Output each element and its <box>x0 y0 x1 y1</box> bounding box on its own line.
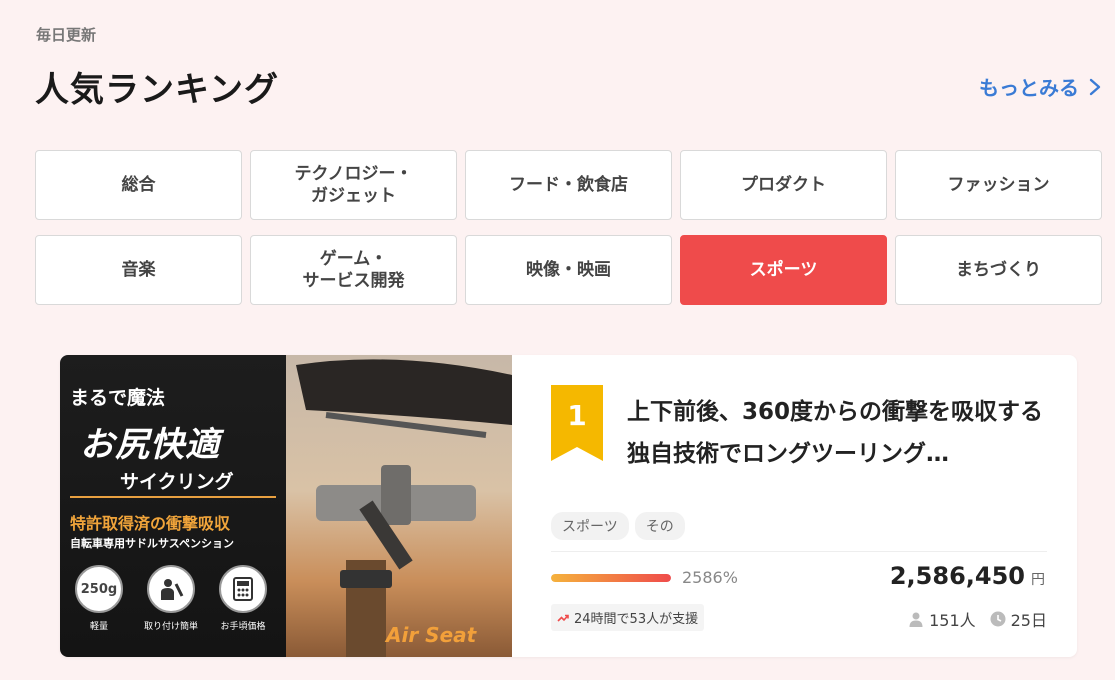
tag-chip[interactable]: スポーツ <box>551 512 629 540</box>
chevron-right-icon <box>1089 78 1101 95</box>
feature-label: 取り付け簡単 <box>143 622 198 632</box>
promo-product-description: 自転車専用サドルサスペンション <box>70 537 235 550</box>
promo-divider <box>70 496 276 498</box>
funding-percent: 2586% <box>682 568 738 587</box>
project-stats: 151人 25日 <box>908 607 1047 631</box>
section-title: 人気ランキング <box>35 70 279 110</box>
promo-headline: まるで魔法 <box>70 387 166 409</box>
category-tab-food-restaurant[interactable]: フード・飲食店 <box>465 150 672 220</box>
supporters-count: 151人 <box>929 611 976 630</box>
promo-subcopy: サイクリング <box>120 471 234 493</box>
promo-patent-text: 特許取得済の衝撃吸収 <box>70 514 231 533</box>
person-icon <box>909 612 923 627</box>
project-thumbnail[interactable]: まるで魔法 お尻快適 サイクリング 特許取得済の衝撃吸収 自転車専用サドルサスペ… <box>60 355 512 657</box>
project-card[interactable]: まるで魔法 お尻快適 サイクリング 特許取得済の衝撃吸収 自転車専用サドルサスペ… <box>60 355 1077 657</box>
category-tab-video-film[interactable]: 映像・映画 <box>465 235 672 305</box>
funding-amount: 2,586,450 円 <box>890 562 1045 590</box>
category-tab-overall[interactable]: 総合 <box>35 150 242 220</box>
feature-label: 軽量 <box>89 622 108 632</box>
promo-main-copy: お尻快適 <box>80 425 220 465</box>
rank-number: 1 <box>567 399 587 432</box>
ranking-section: 毎日更新 人気ランキング もっとみる 総合 テクノロジー・ ガジェット フード・… <box>0 0 1115 680</box>
funding-progress-fill <box>551 574 671 582</box>
category-tab-game-service[interactable]: ゲーム・ サービス開発 <box>250 235 457 305</box>
project-tags: スポーツ その <box>551 512 685 540</box>
category-tab-sports[interactable]: スポーツ <box>680 235 887 305</box>
thumbnail-product-photo <box>286 355 512 657</box>
category-tab-technology-gadget[interactable]: テクノロジー・ ガジェット <box>250 150 457 220</box>
calculator-icon <box>219 565 267 613</box>
category-tab-product[interactable]: プロダクト <box>680 150 887 220</box>
brand-logo: Air Seat <box>386 623 477 647</box>
category-tab-town-development[interactable]: まちづくり <box>895 235 1102 305</box>
wrench-person-icon <box>147 565 195 613</box>
category-tabs: 総合 テクノロジー・ ガジェット フード・飲食店 プロダクト ファッション 音楽… <box>35 150 1102 305</box>
card-divider <box>551 551 1047 552</box>
feature-affordable: お手頃価格 <box>212 565 274 632</box>
category-tab-fashion[interactable]: ファッション <box>895 150 1102 220</box>
supporters-stat: 151人 <box>908 607 976 631</box>
update-frequency-label: 毎日更新 <box>36 26 97 44</box>
funding-progress-bar <box>551 574 671 582</box>
feather-icon: 250g <box>75 565 123 613</box>
project-title[interactable]: 上下前後、360度からの衝撃を吸収する独自技術でロングツーリング… <box>627 391 1047 475</box>
trending-up-icon <box>557 614 569 622</box>
saddle-suspension-illustration <box>296 359 512 657</box>
days-left: 25日 <box>1010 611 1047 630</box>
clock-icon <box>990 611 1006 627</box>
see-more-link[interactable]: もっとみる <box>979 72 1101 101</box>
feature-label: お手頃価格 <box>220 622 266 632</box>
amount-value: 2,586,450 <box>889 562 1025 590</box>
trend-badge: 24時間で53人が支援 <box>551 604 705 631</box>
trend-text: 24時間で53人が支援 <box>574 612 699 627</box>
see-more-label: もっとみる <box>979 76 1079 100</box>
days-left-stat: 25日 <box>990 607 1047 631</box>
tag-chip[interactable]: その <box>634 512 685 540</box>
category-tab-music[interactable]: 音楽 <box>35 235 242 305</box>
feature-lightweight: 250g 軽量 <box>68 565 130 632</box>
currency-unit: 円 <box>1031 572 1045 588</box>
feature-easy-install: 取り付け簡単 <box>140 565 202 632</box>
